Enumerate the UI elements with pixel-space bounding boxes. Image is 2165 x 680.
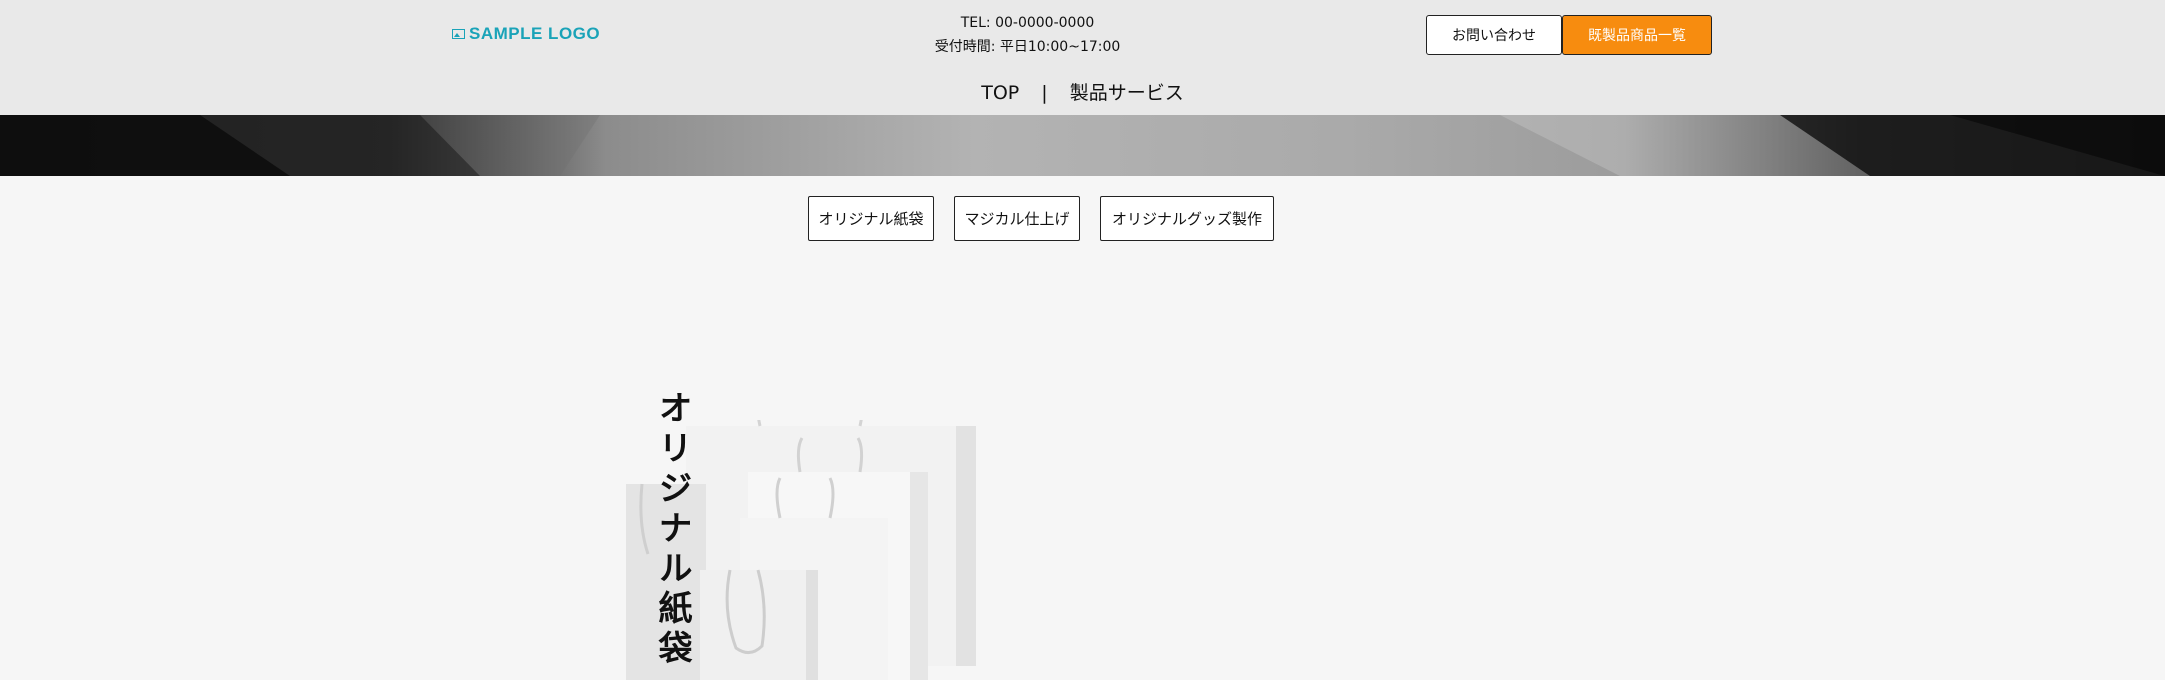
tab-original-paper-bag[interactable]: オリジナル紙袋 (808, 196, 934, 241)
phone-number: TEL: 00-0000-0000 (960, 15, 1095, 31)
image-icon (452, 29, 465, 39)
banner-pattern (0, 115, 2165, 176)
contact-info: TEL: 00-0000-0000 受付時間: 平日10:00~17:00 (900, 11, 1155, 59)
nav-item-top[interactable]: TOP (981, 82, 1019, 104)
nav-item-products[interactable]: 製品サービス (1070, 82, 1184, 104)
business-hours: 受付時間: 平日10:00~17:00 (934, 39, 1121, 55)
category-tabs: オリジナル紙袋 マジカル仕上げ オリジナルグッズ製作 (0, 196, 2165, 241)
hero-banner (0, 115, 2165, 176)
logo-text: SAMPLE LOGO (469, 24, 601, 43)
nav-separator: | (1041, 82, 1048, 104)
tab-magical-finish[interactable]: マジカル仕上げ (954, 196, 1080, 241)
site-header: SAMPLE LOGO TEL: 00-0000-0000 受付時間: 平日10… (0, 0, 2165, 115)
tab-original-goods[interactable]: オリジナルグッズ製作 (1100, 196, 1274, 241)
catalog-button[interactable]: 既製品商品一覧 (1562, 15, 1712, 55)
main-nav: TOP | 製品サービス (0, 78, 2165, 105)
contact-button[interactable]: お問い合わせ (1426, 15, 1562, 55)
site-logo[interactable]: SAMPLE LOGO (452, 24, 600, 44)
section-title: オリジナル紙袋 (652, 390, 692, 670)
